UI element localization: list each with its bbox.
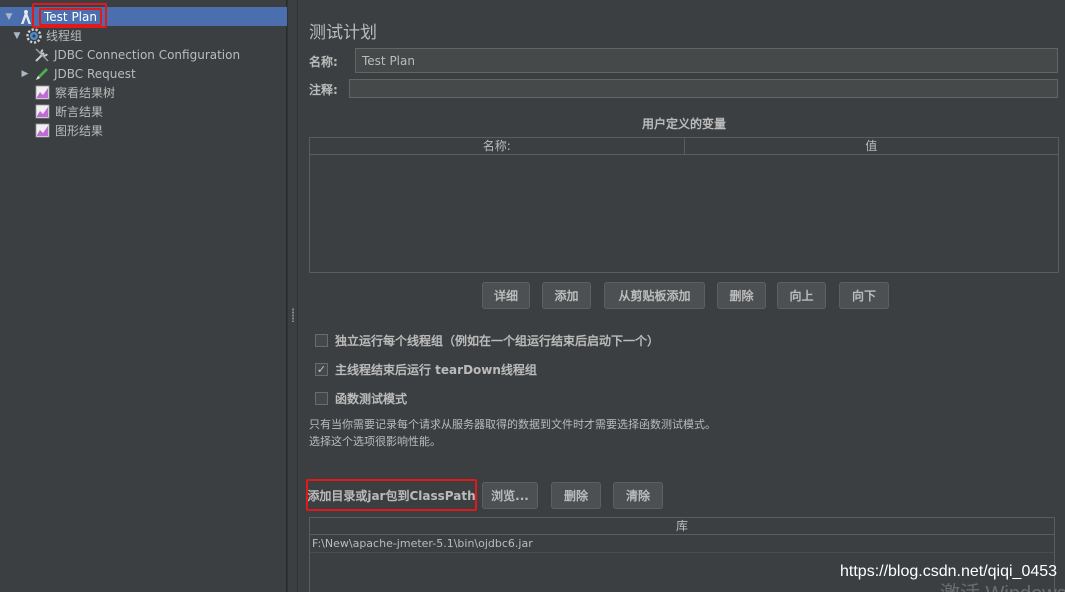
chart-icon bbox=[34, 122, 51, 139]
expand-arrow-icon[interactable]: ▼ bbox=[4, 12, 14, 22]
chart-icon bbox=[34, 103, 51, 120]
activation-watermark: 激活 Windows bbox=[940, 577, 1065, 592]
tree-item-label: 断言结果 bbox=[55, 105, 104, 119]
teardown-option[interactable]: ✓ 主线程结束后运行 tearDown线程组 bbox=[315, 361, 537, 378]
page-title: 测试计划 bbox=[309, 23, 377, 43]
tree-item-label: JDBC Request bbox=[54, 66, 136, 81]
add-button[interactable]: 添加 bbox=[542, 282, 591, 309]
run-serially-checkbox[interactable] bbox=[315, 334, 328, 347]
teardown-checkbox[interactable]: ✓ bbox=[315, 363, 328, 376]
name-row: 名称: bbox=[309, 53, 338, 70]
tree-item-label: 线程组 bbox=[46, 29, 83, 43]
expand-arrow-icon[interactable]: ▼ bbox=[12, 31, 22, 41]
delete-variable-button[interactable]: 删除 bbox=[717, 282, 766, 309]
tree-item-label: JDBC Connection Configuration bbox=[54, 47, 241, 62]
collapse-arrow-icon[interactable]: ▶ bbox=[20, 69, 30, 79]
performance-note: 选择这个选项很影响性能。 bbox=[309, 435, 441, 448]
tree-item-jdbc-request[interactable]: ▶ JDBC Request bbox=[20, 64, 136, 83]
teardown-label: 主线程结束后运行 tearDown线程组 bbox=[335, 363, 537, 377]
tree-item-thread-group[interactable]: ▼ 线程组 bbox=[12, 26, 82, 45]
table-header: 名称: 值 bbox=[310, 138, 1058, 155]
test-plan-editor: 测试计划 名称: Test Plan 注释: 用户定义的变量 名称: 值 详细 … bbox=[299, 0, 1065, 592]
functional-mode-label: 函数测试模式 bbox=[335, 392, 408, 406]
run-serially-label: 独立运行每个线程组（例如在一个组运行结束后启动下一个） bbox=[335, 334, 660, 348]
add-from-clipboard-button[interactable]: 从剪贴板添加 bbox=[604, 282, 705, 309]
functional-mode-checkbox[interactable] bbox=[315, 392, 328, 405]
name-input[interactable]: Test Plan bbox=[355, 48, 1058, 73]
tree-item-label: 图形结果 bbox=[55, 124, 104, 138]
comment-row: 注释: bbox=[309, 81, 338, 98]
test-plan-tree: ▼ Test Plan ▼ 线程组 JDBC Connection Config… bbox=[0, 0, 287, 592]
move-up-button[interactable]: 向上 bbox=[777, 282, 826, 309]
split-pane-divider[interactable] bbox=[287, 0, 298, 592]
delete-classpath-button[interactable]: 删除 bbox=[551, 482, 601, 509]
move-down-button[interactable]: 向下 bbox=[839, 282, 889, 309]
drag-handle-icon[interactable] bbox=[291, 308, 295, 322]
comment-input[interactable] bbox=[349, 79, 1058, 98]
variables-section-title: 用户定义的变量 bbox=[641, 117, 726, 131]
functional-mode-note: 只有当你需要记录每个请求从服务器取得的数据到文件时才需要选择函数测试模式。 bbox=[309, 418, 716, 431]
clear-button[interactable]: 清除 bbox=[613, 482, 663, 509]
run-serially-option[interactable]: 独立运行每个线程组（例如在一个组运行结束后启动下一个） bbox=[315, 332, 659, 349]
column-header-value[interactable]: 值 bbox=[685, 138, 1059, 154]
tree-item-label: 察看结果树 bbox=[55, 86, 116, 100]
gear-icon bbox=[25, 27, 42, 44]
highlight-box bbox=[32, 3, 107, 28]
name-label: 名称: bbox=[309, 55, 338, 69]
functional-mode-option[interactable]: 函数测试模式 bbox=[315, 390, 407, 407]
tree-item-jdbc-connection-config[interactable]: JDBC Connection Configuration bbox=[33, 45, 240, 64]
sampler-pen-icon bbox=[33, 65, 50, 82]
tree-item-assertion-results[interactable]: 断言结果 bbox=[34, 102, 103, 121]
tree-item-graph-results[interactable]: 图形结果 bbox=[34, 121, 103, 140]
highlight-box bbox=[306, 479, 477, 511]
browse-button[interactable]: 浏览... bbox=[482, 482, 538, 509]
chart-icon bbox=[34, 84, 51, 101]
table-row[interactable]: F:\New\apache-jmeter-5.1\bin\ojdbc6.jar bbox=[310, 535, 1054, 553]
variables-table[interactable]: 名称: 值 bbox=[309, 137, 1059, 273]
table-header: 库 bbox=[310, 518, 1054, 535]
detail-button[interactable]: 详细 bbox=[482, 282, 530, 309]
comment-label: 注释: bbox=[309, 83, 338, 97]
tree-item-view-results-tree[interactable]: 察看结果树 bbox=[34, 83, 115, 102]
column-header-name[interactable]: 名称: bbox=[310, 138, 685, 154]
wrench-icon bbox=[33, 46, 50, 63]
column-header-library[interactable]: 库 bbox=[310, 518, 1054, 534]
